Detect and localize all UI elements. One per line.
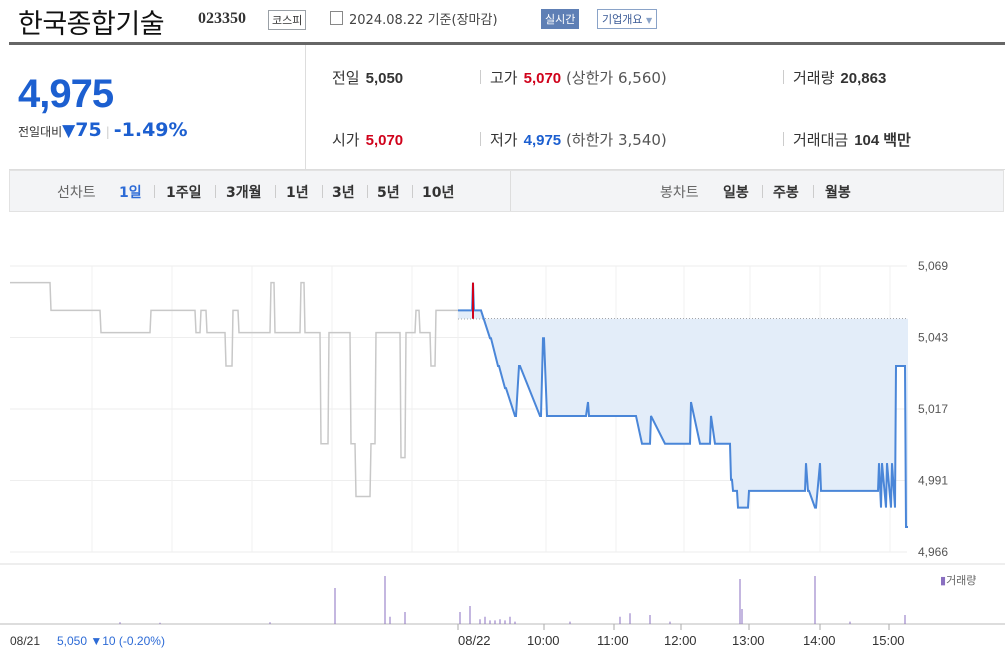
prev-close: 전일 5,050 [332,69,404,87]
y-tick-label: 5,043 [918,331,948,345]
y-tick-label: 5,017 [918,402,948,416]
current-price: 4,975 [18,72,114,116]
tab-10year[interactable]: 10년 [422,182,454,202]
quote-panel: 4,975 전일대비▼75 | -1.49% 전일 5,050 고가 5,070 (상한… [9,45,1005,170]
y-tick-label: 5,069 [918,259,948,273]
volume-legend: ▮거래량 [940,574,976,587]
tab-5year[interactable]: 5년 [377,182,400,202]
tab-weekly-candle[interactable]: 주봉 [773,182,799,202]
tab-3month[interactable]: 3개월 [226,182,262,202]
x-tick-label: 15:00 [872,633,905,648]
y-axis: 5,069 5,043 5,017 4,991 4,966 [918,259,948,559]
stock-code: 023350 [198,10,246,27]
volume: 거래량 20,863 [793,69,887,87]
company-overview-dropdown[interactable]: 기업개요 ▼ [597,9,658,29]
x-tick-label: 11:00 [597,633,629,648]
x-tick-label: 10:00 [527,633,560,648]
tab-monthly-candle[interactable]: 월봉 [825,182,851,202]
y-tick-label: 4,991 [918,474,948,488]
down-arrow-icon: ▼ [62,121,76,141]
price-change: 전일대비▼75 | -1.49% [18,119,188,141]
calendar-icon [330,11,343,25]
divider [480,70,481,84]
tab-1day[interactable]: 1일 [119,182,142,202]
high-price: 고가 5,070 (상한가 6,560) [490,69,667,87]
x-tick-label: 08/22 [458,633,491,648]
y-tick-label: 4,966 [918,545,948,559]
market-badge: 코스피 [268,10,307,30]
chart-tabs: 선차트 1일 1주일 3개월 1년 3년 5년 10년 봉차트 일봉 주봉 월봉 [9,170,1004,212]
line-chart-label: 선차트 [57,185,96,201]
realtime-button[interactable]: 실시간 [541,9,580,29]
change-percent: -1.49% [113,119,188,141]
chevron-down-icon: ▼ [645,16,653,25]
current-price-box: 4,975 전일대비▼75 | -1.49% [9,45,306,169]
x-tick-label: 14:00 [803,633,836,648]
divider [783,70,784,84]
tab-1week[interactable]: 1주일 [166,182,202,202]
tab-3year[interactable]: 3년 [332,182,355,202]
divider [783,132,784,146]
low-price: 저가 4,975 (하한가 3,540) [490,131,667,149]
tab-daily-candle[interactable]: 일봉 [723,182,749,202]
today-series [458,282,908,529]
tab-1year[interactable]: 1년 [286,182,309,202]
prev-session-line [10,281,458,498]
x-tick-label: 13:00 [732,633,765,648]
prev-session-series [10,281,458,498]
volume-bars [119,576,906,624]
prev-day-summary: 5,050 ▼10 (-0.20%) [57,634,165,648]
stock-header: 한국종합기술 023350 코스피 2024.08.22 기준(장마감) 실시간… [0,0,1005,42]
candle-chart-label: 봉차트 [660,185,699,201]
x-tick-label: 08/21 [10,634,40,648]
divider [480,132,481,146]
stock-name: 한국종합기술 [18,9,165,40]
trade-amount: 거래대금 104 백만 [793,131,911,149]
open-price: 시가 5,070 [332,131,404,149]
quote-date: 2024.08.22 기준(장마감) [349,13,498,28]
x-tick-label: 12:00 [664,633,697,648]
intraday-chart: 5,069 5,043 5,017 4,991 4,966 08/22 10:00 11:0… [0,259,1005,648]
